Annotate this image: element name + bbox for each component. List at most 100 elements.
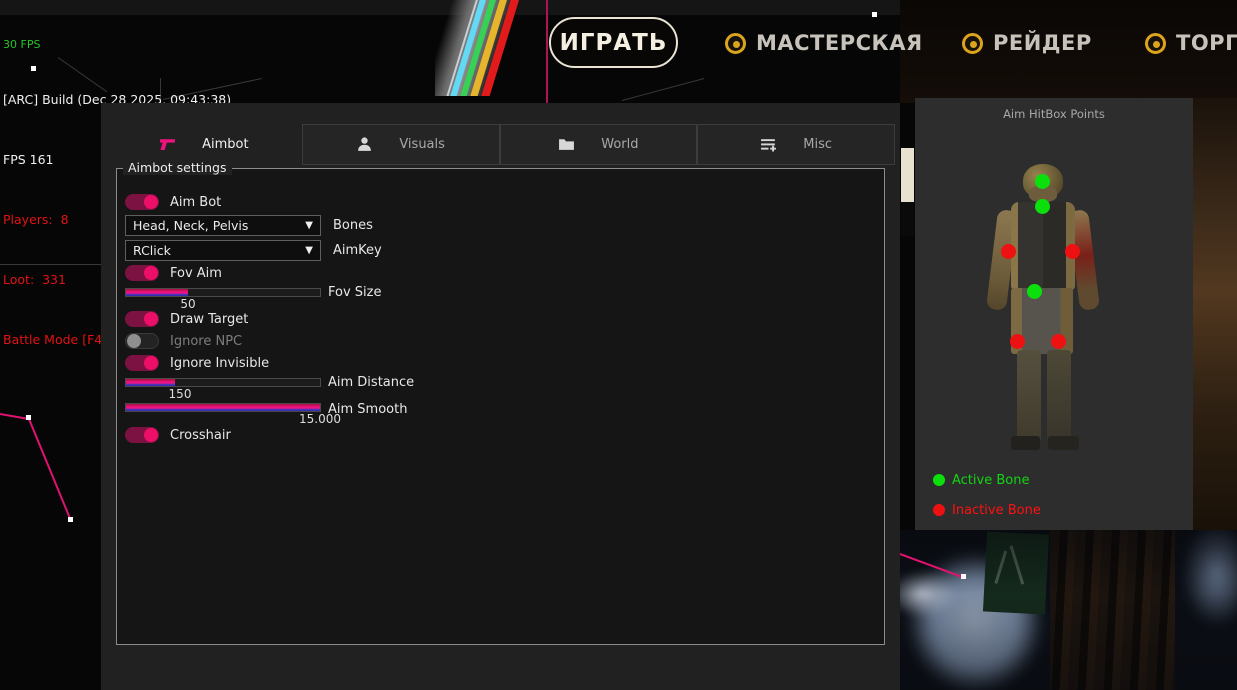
wireframe-line — [622, 78, 704, 101]
fov-size-label: Fov Size — [328, 285, 381, 300]
hitbox-point-pelvis[interactable] — [1027, 284, 1042, 299]
person-icon — [356, 136, 373, 153]
fov-size-value: 50 — [158, 297, 218, 311]
hitbox-point-right-shoulder[interactable] — [1065, 244, 1080, 259]
tab-aimbot[interactable]: Aimbot — [106, 124, 302, 165]
hitbox-point-left-shoulder[interactable] — [1001, 244, 1016, 259]
aim-hitbox-panel: Aim HitBox Points Active Bone Inactive B… — [915, 98, 1193, 530]
soldier-right-boot — [1048, 436, 1079, 450]
ignore-npc-label: Ignore NPC — [170, 334, 242, 349]
legend-label: Inactive Bone — [952, 503, 1041, 518]
esp-line — [28, 419, 72, 521]
background-shade — [900, 530, 1237, 690]
coin-icon — [725, 33, 746, 54]
fov-aim-label: Fov Aim — [170, 266, 222, 281]
sliders-plus-icon — [760, 136, 777, 153]
aimkey-label: AimKey — [333, 243, 382, 258]
toggle-knob — [144, 266, 158, 280]
tab-world[interactable]: World — [500, 124, 698, 165]
ignore-invisible-toggle[interactable] — [125, 355, 159, 371]
draw-target-toggle[interactable] — [125, 311, 159, 327]
aimkey-dropdown-value: RClick — [133, 243, 171, 258]
menu-item-trade[interactable]: ТОРГО — [1145, 29, 1237, 57]
aim-distance-value: 150 — [150, 387, 210, 401]
bones-dropdown[interactable]: Head, Neck, Pelvis ▼ — [125, 215, 321, 236]
chevron-down-icon: ▼ — [305, 245, 313, 256]
tab-bar: Aimbot Visuals World Misc — [106, 124, 895, 165]
ignore-npc-row: Ignore NPC — [125, 332, 242, 350]
toggle-knob — [144, 195, 158, 209]
game-screen: 30 FPS [ARC] Build (Dec 28 2025, 09:43:3… — [0, 0, 1237, 690]
soldier-left-leg — [1017, 350, 1041, 442]
tab-label: Misc — [803, 137, 832, 152]
cheat-menu-panel: Aimbot Visuals World Misc — [101, 103, 900, 690]
menu-item-label: МАСТЕРСКАЯ — [756, 31, 923, 55]
tab-misc[interactable]: Misc — [697, 124, 895, 165]
background-pillar-sliver-dark — [901, 202, 914, 236]
menu-item-label: РЕЙДЕР — [993, 31, 1092, 55]
toggle-knob — [127, 334, 141, 348]
ignore-npc-toggle[interactable] — [125, 333, 159, 349]
crosshair-toggle[interactable] — [125, 427, 159, 443]
draw-target-label: Draw Target — [170, 312, 248, 327]
aim-smooth-label: Aim Smooth — [328, 402, 407, 417]
aimkey-row: RClick ▼ AimKey — [125, 240, 382, 261]
background-rock-strip — [1193, 98, 1237, 530]
crosshair-row: Crosshair — [125, 426, 231, 444]
hud-fps-overlay: 30 FPS — [3, 40, 231, 50]
bones-label: Bones — [333, 218, 373, 233]
menu-item-label: ТОРГО — [1176, 31, 1237, 55]
fov-size-slider[interactable] — [125, 288, 321, 297]
green-dot-icon — [933, 474, 945, 486]
esp-node — [68, 517, 73, 522]
legend-active-bone: Active Bone — [933, 473, 1029, 487]
aim-bot-row: Aim Bot — [125, 193, 221, 211]
menu-item-raider[interactable]: РЕЙДЕР — [962, 29, 1092, 57]
menu-item-workshop[interactable]: МАСТЕРСКАЯ — [725, 29, 923, 57]
fov-aim-toggle[interactable] — [125, 265, 159, 281]
red-dot-icon — [933, 504, 945, 516]
group-title: Aimbot settings — [123, 160, 232, 175]
tab-visuals[interactable]: Visuals — [302, 124, 500, 165]
tab-label: Aimbot — [202, 137, 248, 152]
tab-label: World — [601, 137, 638, 152]
esp-node — [26, 415, 31, 420]
tab-label: Visuals — [399, 137, 445, 152]
bones-dropdown-value: Head, Neck, Pelvis — [133, 218, 248, 233]
aimkey-dropdown[interactable]: RClick ▼ — [125, 240, 321, 261]
legend-inactive-bone: Inactive Bone — [933, 503, 1041, 517]
toggle-knob — [144, 312, 158, 326]
coin-icon — [962, 33, 983, 54]
aim-bot-toggle[interactable] — [125, 194, 159, 210]
draw-target-row: Draw Target — [125, 310, 248, 328]
soldier-right-leg — [1047, 350, 1071, 442]
crosshair-label: Crosshair — [170, 428, 231, 443]
pistol-icon — [159, 136, 176, 153]
aim-smooth-slider-fill — [126, 404, 320, 411]
aim-distance-slider-fill — [126, 379, 175, 386]
legend-label: Active Bone — [952, 473, 1029, 488]
aimbot-settings-group: Aimbot settings Aim Bot Head, Neck, Pelv… — [116, 168, 885, 645]
chevron-down-icon: ▼ — [305, 220, 313, 231]
soldier-left-boot — [1011, 436, 1040, 450]
aim-bot-label: Aim Bot — [170, 195, 221, 210]
fov-size-slider-fill — [126, 289, 188, 296]
folder-icon — [558, 136, 575, 153]
background-pillar-sliver — [901, 148, 914, 202]
background-street-scene — [900, 530, 1237, 690]
aim-smooth-slider[interactable] — [125, 403, 321, 412]
aim-distance-slider[interactable] — [125, 378, 321, 387]
hitbox-panel-title: Aim HitBox Points — [915, 107, 1193, 121]
bones-row: Head, Neck, Pelvis ▼ Bones — [125, 215, 373, 236]
crimson-vertical-line — [546, 0, 548, 103]
play-button[interactable]: ИГРАТЬ — [549, 17, 678, 68]
rainbow-stripes-decoration — [435, 0, 550, 96]
hitbox-point-left-knee[interactable] — [1010, 334, 1025, 349]
fov-aim-row: Fov Aim — [125, 264, 222, 282]
hitbox-point-right-knee[interactable] — [1051, 334, 1066, 349]
esp-node — [872, 12, 877, 17]
hitbox-point-head[interactable] — [1035, 174, 1050, 189]
esp-node — [961, 574, 966, 579]
toggle-knob — [144, 356, 158, 370]
hitbox-point-neck[interactable] — [1035, 199, 1050, 214]
